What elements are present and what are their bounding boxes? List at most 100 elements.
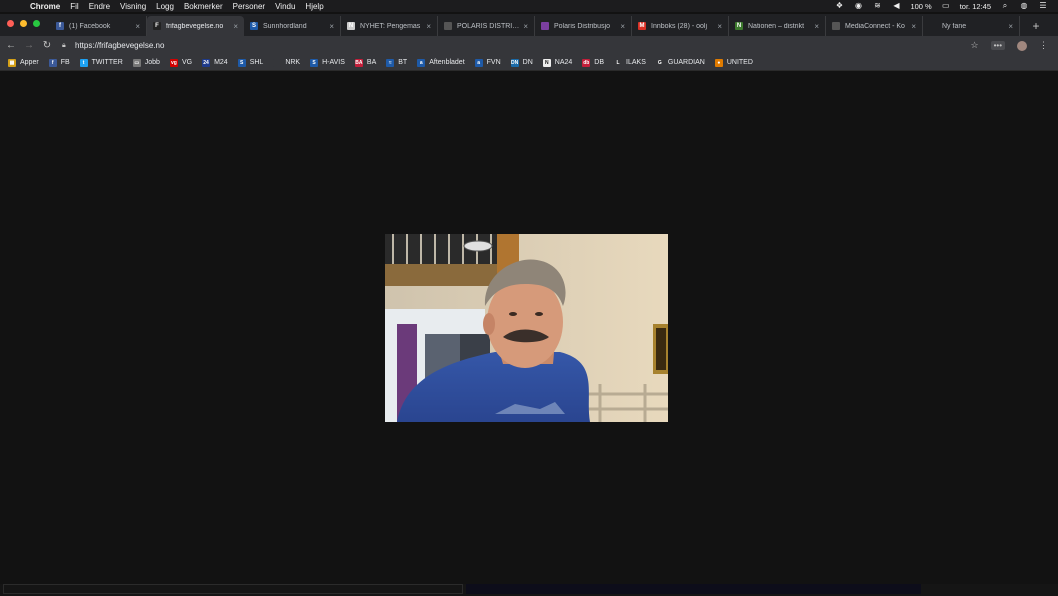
notification-center-icon[interactable]: ☰ (1038, 2, 1048, 10)
lock-icon[interactable]: 🔒︎ (62, 42, 70, 50)
bookmark-3[interactable]: ▭ Jobb (132, 58, 160, 67)
article-photo (385, 234, 668, 422)
minimize-window-button[interactable] (20, 19, 27, 27)
bookmark-label: SHL (249, 59, 264, 66)
bookmark-label: GUARDIAN (667, 59, 705, 66)
window-controls (0, 12, 50, 34)
forward-arrow-icon[interactable]: → (20, 40, 38, 51)
bookmark-9[interactable]: BA BA (354, 58, 376, 67)
tab-5[interactable]: Polaris Distribusjo × (535, 16, 632, 36)
reload-icon[interactable]: ↻ (38, 40, 56, 51)
bookmark-6[interactable]: S SHL (237, 58, 264, 67)
tab-title: Sunnhordland (263, 22, 307, 30)
tab-1[interactable]: Ffrifagbevegelse.no × (147, 16, 244, 36)
menu-logg[interactable]: Logg (156, 2, 174, 11)
tab-close-icon[interactable]: × (523, 22, 528, 31)
bookmark-11[interactable]: a Aftenbladet (417, 58, 465, 67)
dropbox-icon[interactable]: ❖ (834, 2, 844, 10)
bookmark-favicon-icon: L (614, 58, 623, 67)
tab-8[interactable]: MediaConnect - Ko × (826, 16, 923, 36)
tab-strip: f (1) Facebook × Ffrifagbevegelse.no × S Sunnh… (0, 14, 1058, 36)
volume-icon[interactable]: ◀ (891, 2, 901, 10)
tab-favicon-icon (541, 22, 549, 30)
bookmark-8[interactable]: S H-AVIS (310, 58, 345, 67)
kebab-menu-icon[interactable]: ⋮ (1039, 40, 1048, 51)
tab-close-icon[interactable]: × (717, 22, 722, 31)
tab-close-icon[interactable]: × (329, 22, 334, 31)
bookmark-5[interactable]: 24 M24 (202, 58, 228, 67)
battery-percent[interactable]: 100 % (910, 2, 931, 11)
tab-close-icon[interactable]: × (1008, 22, 1013, 31)
bookmark-14[interactable]: N NA24 (542, 58, 573, 67)
tab-4[interactable]: POLARIS DISTRIBU × (438, 16, 535, 36)
menu-visning[interactable]: Visning (120, 2, 146, 11)
battery-icon[interactable]: ▭ (941, 2, 951, 10)
tab-title: Polaris Distribusjo (554, 22, 611, 30)
tab-0[interactable]: f (1) Facebook × (50, 16, 147, 36)
bookmark-16[interactable]: L ILAKS (614, 58, 646, 67)
bookmark-label: FB (60, 59, 70, 66)
menubar-clock[interactable]: tor. 12:45 (960, 2, 991, 11)
tab-2[interactable]: S Sunnhordland × (244, 16, 341, 36)
bookmark-18[interactable]: ● UNITED (714, 58, 753, 67)
address-bar[interactable]: 🔒︎ https://frifagbevegelse.no (62, 38, 958, 53)
menu-endre[interactable]: Endre (89, 2, 110, 11)
bookmark-favicon-icon: DN (510, 58, 519, 67)
back-arrow-icon[interactable]: ← (2, 40, 20, 51)
bookmark-favicon-icon: a (417, 58, 426, 67)
bookmark-1[interactable]: f FB (48, 58, 70, 67)
address-bar-url[interactable]: https://frifagbevegelse.no (75, 41, 164, 50)
bookmark-star-icon[interactable]: ☆ (971, 40, 979, 51)
download-shelf-area (3, 584, 463, 594)
bookmark-2[interactable]: t TWITTER (79, 58, 123, 67)
tab-close-icon[interactable]: × (814, 22, 819, 31)
bookmark-favicon-icon: 24 (202, 58, 211, 67)
tab-close-icon[interactable]: × (135, 22, 140, 31)
close-window-button[interactable] (7, 19, 14, 27)
menu-personer[interactable]: Personer (233, 2, 265, 11)
tab-close-icon[interactable]: × (620, 22, 625, 31)
tab-close-icon[interactable]: × (426, 22, 431, 31)
bookmark-13[interactable]: DN DN (510, 58, 533, 67)
bookmark-label: M24 (214, 59, 228, 66)
menu-hjelp[interactable]: Hjelp (305, 2, 323, 11)
bookmark-7[interactable]: NRK (273, 58, 300, 67)
siri-icon[interactable]: ◍ (1019, 2, 1029, 10)
tab-9[interactable]: Ny fane × (923, 16, 1020, 36)
bookmark-label: UNITED (726, 59, 753, 66)
tab-3[interactable]: N NYHET: Pengemas × (341, 16, 438, 36)
bookmark-label: H-AVIS (322, 59, 345, 66)
menu-vindu[interactable]: Vindu (275, 2, 295, 11)
bookmark-favicon-icon: ▦ (8, 58, 16, 67)
bookmark-label: DN (522, 59, 533, 66)
bookmark-favicon-icon: ▭ (132, 58, 141, 67)
tab-7[interactable]: N Nationen – distrikt × (729, 16, 826, 36)
menu-bokmerker[interactable]: Bokmerker (184, 2, 223, 11)
tab-close-icon[interactable]: × (233, 22, 238, 31)
bookmark-10[interactable]: ≈ BT (386, 58, 407, 67)
bookmarks-bar: ▦ Apper f FB t TWITTER ▭ Jobb vg VG 24 M24 S SHL NRK S H… (0, 55, 1058, 71)
bookmark-17[interactable]: G GUARDIAN (655, 58, 705, 67)
extension-icon[interactable]: ••• (990, 41, 1005, 50)
profile-avatar[interactable] (1017, 40, 1027, 51)
spotlight-search-icon[interactable]: ⌕ (1000, 2, 1010, 10)
wifi-icon[interactable]: ≋ (872, 2, 882, 10)
bookmark-12[interactable]: a FVN (474, 58, 501, 67)
tab-6[interactable]: M Innboks (28) - oolj × (632, 16, 729, 36)
bookmark-label: DB (594, 59, 605, 66)
menu-fil[interactable]: Fil (70, 2, 78, 11)
menu-app-name[interactable]: Chrome (30, 2, 60, 11)
bookmark-4[interactable]: vg VG (169, 58, 192, 67)
tab-close-icon[interactable]: × (911, 22, 916, 31)
creative-cloud-icon[interactable]: ◉ (853, 2, 863, 10)
bookmark-0[interactable]: ▦ Apper (8, 58, 39, 67)
bookmark-label: NA24 (554, 59, 573, 66)
tab-favicon-icon (444, 22, 452, 30)
zoom-window-button[interactable] (33, 19, 40, 27)
bookmark-label: ILAKS (626, 59, 646, 66)
bookmark-favicon-icon: f (48, 58, 57, 67)
bookmark-15[interactable]: db DB (582, 58, 605, 67)
bookmark-label: TWITTER (91, 59, 123, 66)
bookmark-label: Aftenbladet (429, 59, 465, 66)
new-tab-button[interactable]: + (1026, 16, 1046, 36)
